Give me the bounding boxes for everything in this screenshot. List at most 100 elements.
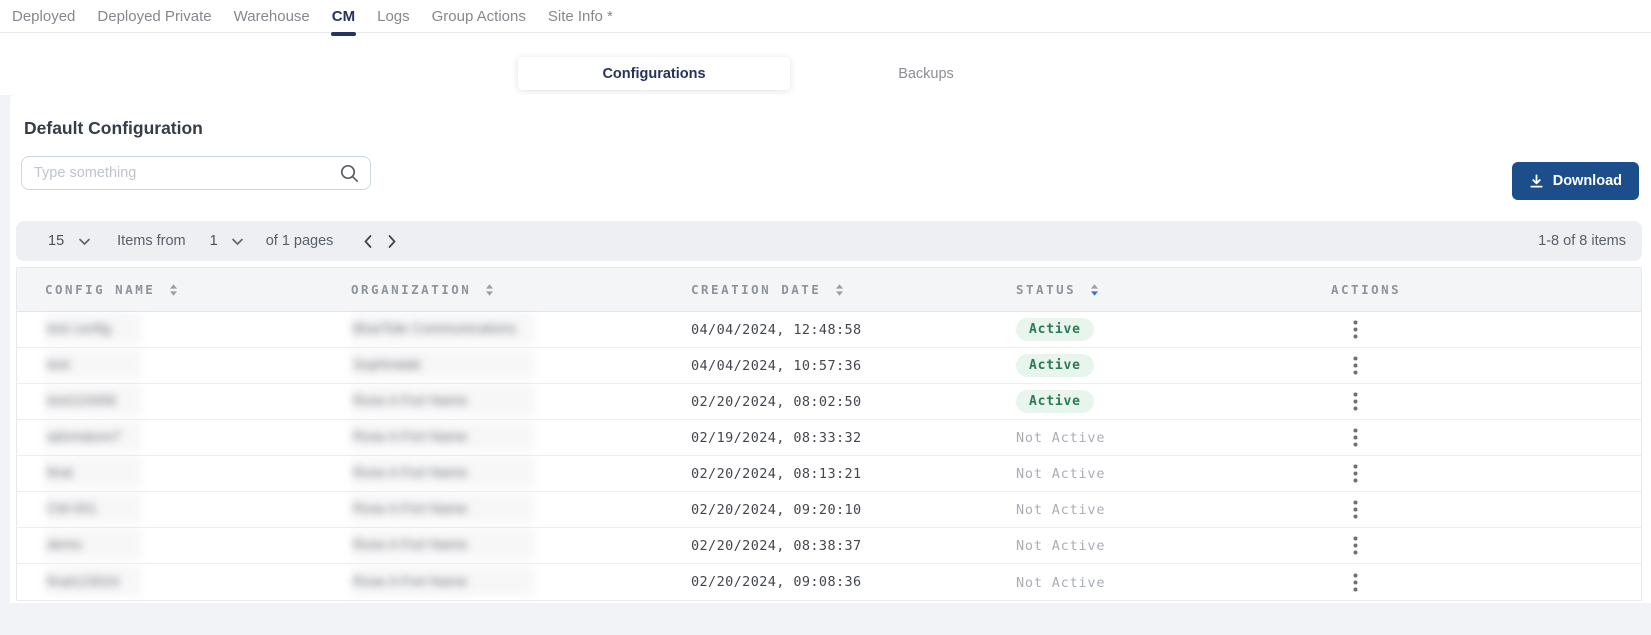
kebab-icon: [1353, 392, 1358, 411]
cell-status: Not Active: [1016, 574, 1331, 591]
table-row: final Rose A Fort Name 02/20/2024, 08:13:2…: [17, 456, 1641, 492]
cell-organization: Sophiratab: [351, 349, 691, 382]
column-header-actions: ACTIONS: [1331, 282, 1641, 297]
table-header-row: CONFIG NAME ORGANIZATION CREATION DATE S…: [17, 268, 1641, 312]
kebab-icon: [1353, 500, 1358, 519]
cell-config-name: test: [45, 349, 351, 382]
toolbar: Download: [21, 156, 1639, 200]
row-actions-menu-button[interactable]: [1347, 352, 1364, 379]
status-badge: Active: [1016, 354, 1094, 377]
cell-actions: [1331, 496, 1641, 523]
page-select[interactable]: 1: [210, 233, 218, 249]
tab-configurations[interactable]: Configurations: [518, 57, 790, 90]
table-body: test config BlueTide Communications 04/04/…: [17, 312, 1641, 600]
search-icon[interactable]: [339, 163, 360, 189]
cell-actions: [1331, 532, 1641, 559]
nav-item-warehouse[interactable]: Warehouse: [232, 0, 312, 32]
kebab-icon: [1353, 320, 1358, 339]
table-row: test Sophiratab 04/04/2024, 10:57:36 Active: [17, 348, 1641, 384]
search-wrap: [21, 156, 371, 190]
download-icon: [1529, 173, 1544, 189]
status-badge: Active: [1016, 318, 1094, 341]
cell-status: Active: [1016, 354, 1331, 377]
prev-page-button[interactable]: [363, 234, 373, 249]
chevron-down-icon[interactable]: [231, 237, 244, 246]
column-header-config_name[interactable]: CONFIG NAME: [45, 282, 351, 297]
column-label: ACTIONS: [1331, 282, 1402, 297]
cell-config-name: CM-001: [45, 493, 351, 526]
redacted-organization: Rose A Fort Name: [351, 421, 534, 451]
cell-status: Active: [1016, 318, 1331, 341]
download-label: Download: [1552, 173, 1622, 189]
tab-backups[interactable]: Backups: [790, 57, 1062, 90]
status-badge: Active: [1016, 390, 1094, 413]
row-actions-menu-button[interactable]: [1347, 424, 1364, 451]
status-text: Not Active: [1016, 430, 1106, 446]
nav-item-logs[interactable]: Logs: [375, 0, 412, 32]
row-actions-menu-button[interactable]: [1347, 496, 1364, 523]
nav-item-site-info[interactable]: Site Info *: [546, 0, 615, 32]
chevron-down-icon[interactable]: [78, 237, 91, 246]
cell-creation-date: 02/20/2024, 09:08:36: [691, 574, 862, 590]
row-actions-menu-button[interactable]: [1347, 316, 1364, 343]
redacted-config-name: advmature7: [45, 421, 141, 451]
nav-item-deployed-private[interactable]: Deployed Private: [95, 0, 213, 32]
row-actions-menu-button[interactable]: [1347, 460, 1364, 487]
redacted-organization: BlueTide Communications: [351, 313, 534, 343]
redacted-config-name: test123456: [45, 385, 141, 415]
sort-icon[interactable]: [169, 283, 178, 297]
pages-count-label: of 1 pages: [265, 233, 334, 249]
cell-config-name: test123456: [45, 385, 351, 418]
configurations-table: CONFIG NAME ORGANIZATION CREATION DATE S…: [16, 267, 1642, 601]
nav-item-group-actions[interactable]: Group Actions: [430, 0, 528, 32]
subtab-bar: Configurations Backups: [518, 57, 1651, 90]
column-header-organization[interactable]: ORGANIZATION: [351, 282, 691, 297]
redacted-config-name: final123024: [45, 565, 141, 596]
redacted-config-name: test: [45, 349, 141, 379]
cell-actions: [1331, 569, 1641, 596]
cell-actions: [1331, 352, 1641, 379]
nav-item-cm[interactable]: CM: [330, 0, 357, 36]
items-range-label: 1-8 of 8 items: [1538, 233, 1626, 249]
main-nav: Deployed Deployed Private Warehouse CM Logs G…: [0, 0, 1651, 36]
redacted-config-name: test config: [45, 313, 141, 343]
cell-organization: Rose A Fort Name: [351, 529, 691, 562]
row-actions-menu-button[interactable]: [1347, 532, 1364, 559]
table-row: test config BlueTide Communications 04/04/…: [17, 312, 1641, 348]
column-label: CONFIG NAME: [45, 282, 156, 297]
redacted-config-name: CM-001: [45, 493, 141, 523]
page-size-select[interactable]: 15: [48, 233, 64, 249]
search-input[interactable]: [21, 156, 371, 190]
cell-actions: [1331, 424, 1641, 451]
column-header-status[interactable]: STATUS: [1016, 282, 1331, 297]
row-actions-menu-button[interactable]: [1347, 569, 1364, 596]
cell-status: Not Active: [1016, 429, 1331, 446]
table-row: final123024 Rose A Fort Name 02/20/2024, 0…: [17, 564, 1641, 600]
sort-icon[interactable]: [835, 283, 844, 297]
table-row: demo Rose A Fort Name 02/20/2024, 08:38:37…: [17, 528, 1641, 564]
cell-creation-date: 02/20/2024, 08:38:37: [691, 537, 862, 554]
redacted-organization: Rose A Fort Name: [351, 493, 534, 523]
cell-status: Not Active: [1016, 465, 1331, 482]
nav-item-deployed[interactable]: Deployed: [10, 0, 77, 32]
cell-creation-date: 02/20/2024, 08:02:50: [691, 393, 862, 410]
cell-config-name: final123024: [45, 565, 351, 599]
download-button[interactable]: Download: [1511, 162, 1639, 200]
cell-actions: [1331, 460, 1641, 487]
status-text: Not Active: [1016, 574, 1106, 591]
items-from-label: Items from: [117, 233, 186, 249]
column-header-creation_date[interactable]: CREATION DATE: [691, 282, 1016, 297]
cell-config-name: demo: [45, 529, 351, 562]
status-text: Not Active: [1016, 502, 1106, 518]
cell-organization: Rose A Fort Name: [351, 493, 691, 526]
cell-status: Not Active: [1016, 537, 1331, 554]
cell-config-name: final: [45, 457, 351, 490]
cell-organization: Rose A Fort Name: [351, 385, 691, 418]
sort-icon[interactable]: [485, 283, 494, 297]
cell-organization: BlueTide Communications: [351, 313, 691, 346]
next-page-button[interactable]: [387, 234, 397, 249]
column-label: STATUS: [1016, 282, 1077, 297]
row-actions-menu-button[interactable]: [1347, 388, 1364, 415]
sort-icon[interactable]: [1090, 283, 1099, 297]
cell-actions: [1331, 388, 1641, 415]
